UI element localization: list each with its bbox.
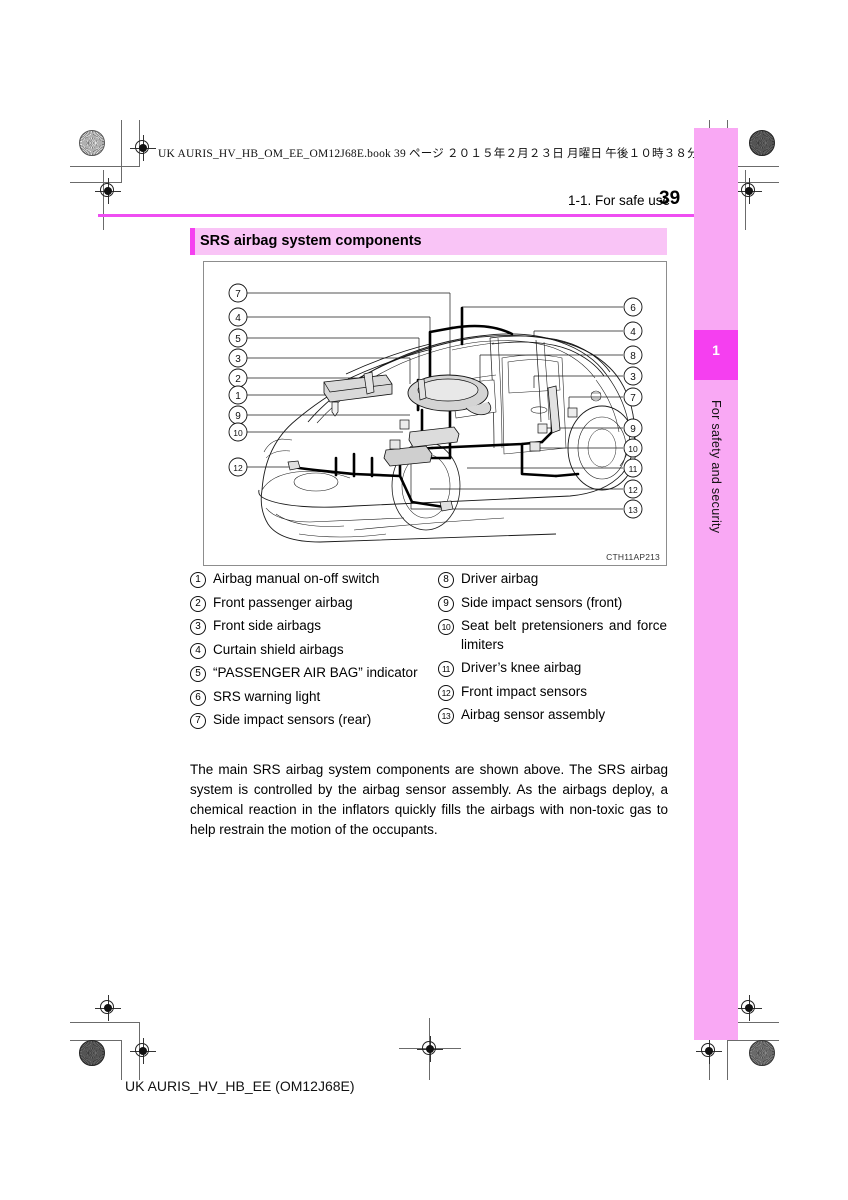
- figure-srs-airbag-components: 7 4 5 3 2 1 9 10 12 6 4 8 3 7 9 10 11 12…: [203, 261, 667, 566]
- registration-cross-mark: [95, 995, 121, 1021]
- svg-text:8: 8: [630, 351, 636, 362]
- registration-rosette-mark: [79, 130, 105, 156]
- legend-number: 3: [190, 619, 206, 635]
- footer-document-code: UK AURIS_HV_HB_EE (OM12J68E): [125, 1078, 355, 1094]
- legend-number: 2: [190, 595, 206, 612]
- page-title: SRS airbag system components: [200, 233, 422, 249]
- registration-cross-mark: [95, 178, 121, 204]
- legend-number: 10: [438, 619, 454, 635]
- svg-text:4: 4: [235, 313, 241, 324]
- list-item: 10 Seat belt pretensioners and force lim…: [438, 617, 670, 654]
- svg-text:6: 6: [630, 303, 636, 314]
- legend-number: 12: [438, 684, 454, 701]
- list-item: 3 Front side airbags: [190, 617, 422, 636]
- list-item: 8 Driver airbag: [438, 570, 670, 589]
- svg-text:4: 4: [630, 327, 636, 338]
- legend-label: Front impact sensors: [461, 683, 588, 699]
- svg-text:2: 2: [235, 374, 241, 385]
- svg-text:10: 10: [233, 428, 243, 438]
- section-title-accent: [190, 228, 195, 255]
- legend-column-right: 8 Driver airbag 9 Side impact sensors (f…: [438, 570, 670, 730]
- list-item: 1 Airbag manual on-off switch: [190, 570, 422, 589]
- list-item: 11 Driver’s knee airbag: [438, 659, 670, 678]
- car-cutaway-illustration: 7 4 5 3 2 1 9 10 12 6 4 8 3 7 9 10 11 12…: [228, 283, 643, 543]
- registration-cross-mark: [736, 995, 762, 1021]
- legend-label: Airbag sensor assembly: [461, 707, 606, 722]
- legend-number: 4: [190, 642, 206, 659]
- list-item: 5 “PASSENGER AIR BAG” indicator: [190, 664, 422, 683]
- legend-label: Curtain shield airbags: [213, 641, 344, 657]
- registration-cross-mark: [130, 135, 156, 161]
- list-item: 6 SRS warning light: [190, 688, 422, 707]
- legend-number: 11: [438, 661, 454, 677]
- crop-mark-line: [727, 1040, 779, 1041]
- registration-cross-mark: [736, 178, 762, 204]
- crop-mark-line: [70, 166, 140, 167]
- running-head: 1-1. For safe use: [567, 193, 670, 208]
- list-item: 7 Side impact sensors (rear): [190, 711, 422, 730]
- legend-label: Front side airbags: [213, 618, 322, 633]
- registration-rosette-mark: [749, 1040, 775, 1066]
- svg-text:1: 1: [235, 391, 241, 402]
- book-file-header: UK AURIS_HV_HB_OM_EE_OM12J68E.book 39 ペー…: [158, 148, 699, 160]
- svg-text:3: 3: [630, 372, 636, 383]
- legend-label: Driver airbag: [461, 571, 539, 586]
- registration-cross-mark: [696, 1038, 722, 1064]
- svg-text:13: 13: [628, 505, 638, 515]
- legend-label: Driver’s knee airbag: [461, 660, 582, 675]
- crop-mark-line: [121, 120, 122, 183]
- body-paragraph: The main SRS airbag system components ar…: [190, 762, 668, 837]
- header-rule: [98, 214, 738, 217]
- legend-number: 1: [190, 572, 206, 588]
- list-item: 4 Curtain shield airbags: [190, 641, 422, 660]
- legend-label: Seat belt pretensioners and force limite…: [461, 618, 667, 652]
- svg-text:3: 3: [235, 354, 241, 365]
- legend-number: 9: [438, 595, 454, 612]
- chapter-title-vertical: For safety and security: [694, 400, 738, 630]
- legend-label: “PASSENGER AIR BAG” indicator: [213, 665, 418, 680]
- legend-number: 13: [438, 708, 454, 724]
- legend-label: SRS warning light: [213, 688, 321, 704]
- legend-label: Airbag manual on-off switch: [213, 571, 380, 586]
- crop-mark-line: [727, 1040, 728, 1080]
- list-item: 2 Front passenger airbag: [190, 594, 422, 613]
- svg-text:11: 11: [629, 464, 638, 474]
- svg-text:7: 7: [630, 393, 636, 404]
- svg-text:7: 7: [235, 289, 241, 300]
- svg-text:10: 10: [628, 444, 638, 454]
- svg-text:5: 5: [235, 334, 241, 345]
- registration-rosette-mark: [749, 130, 775, 156]
- crop-mark-line: [121, 1040, 122, 1080]
- legend-column-left: 1 Airbag manual on-off switch 2 Front pa…: [190, 570, 422, 735]
- page-number: 39: [659, 188, 681, 209]
- legend-number: 7: [190, 713, 206, 729]
- svg-text:12: 12: [628, 485, 638, 495]
- registration-rosette-mark: [79, 1040, 105, 1066]
- registration-cross-mark: [417, 1036, 443, 1062]
- legend-number: 6: [190, 689, 206, 706]
- list-item: 9 Side impact sensors (front): [438, 594, 670, 613]
- svg-text:9: 9: [235, 411, 241, 422]
- crop-mark-line: [70, 1022, 140, 1023]
- svg-text:9: 9: [630, 424, 636, 435]
- legend-number: 8: [438, 572, 454, 588]
- legend-label: Side impact sensors (rear): [213, 712, 372, 727]
- legend-number: 5: [190, 666, 206, 682]
- list-item: 13 Airbag sensor assembly: [438, 706, 670, 725]
- registration-cross-mark: [130, 1038, 156, 1064]
- legend-label: Side impact sensors (front): [461, 594, 623, 610]
- svg-text:12: 12: [233, 463, 243, 473]
- list-item: 12 Front impact sensors: [438, 683, 670, 702]
- chapter-number-label: 1: [712, 342, 720, 358]
- legend-label: Front passenger airbag: [213, 594, 353, 610]
- figure-code-label: CTH11AP213: [606, 552, 660, 562]
- chapter-title-text: For safety and security: [709, 400, 723, 534]
